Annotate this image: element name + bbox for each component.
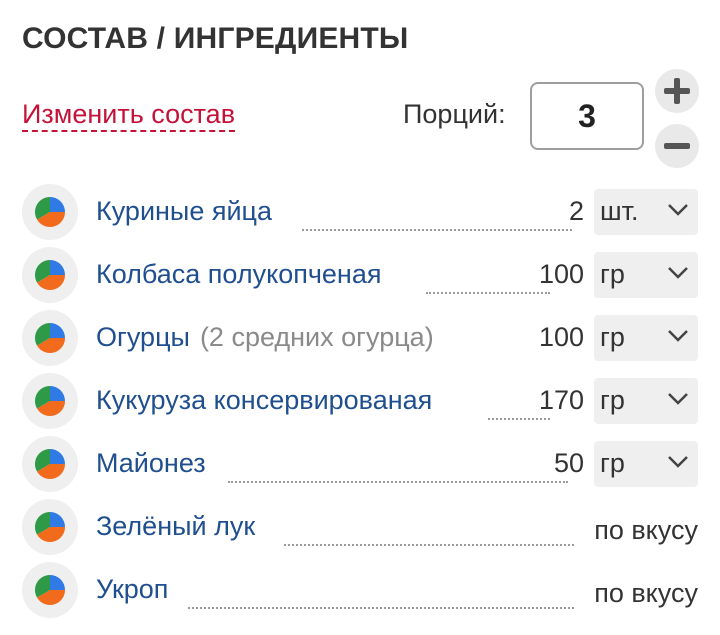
ingredient-row[interactable]: Кукуруза консервированая 170 гр	[22, 373, 698, 429]
servings-label: Порций:	[403, 99, 506, 129]
servings-decrease-button[interactable]	[655, 124, 699, 168]
chevron-down-icon	[668, 267, 688, 279]
unit-select[interactable]: гр	[594, 315, 698, 361]
unit-value: гр	[600, 322, 625, 352]
ingredient-name[interactable]: Укроп	[96, 572, 168, 606]
ingredient-amount: 170	[538, 385, 584, 415]
unit-select[interactable]: гр	[594, 252, 698, 298]
ingredient-row[interactable]: Укроп по вкусу	[22, 562, 698, 618]
nutrition-pie-icon[interactable]	[22, 310, 78, 366]
unit-value: шт.	[600, 196, 639, 226]
ingredient-row[interactable]: Огурцы (2 средних огурца) 100 гр	[22, 310, 698, 366]
plus-icon	[664, 78, 690, 104]
ingredient-name[interactable]: Колбаса полукопченая	[96, 257, 381, 291]
unit-value: гр	[600, 448, 625, 478]
ingredient-row[interactable]: Зелёный лук по вкусу	[22, 499, 698, 555]
dotted-leader	[284, 544, 574, 546]
unit-select[interactable]: шт.	[594, 189, 698, 235]
chevron-down-icon	[668, 393, 688, 405]
chevron-down-icon	[668, 204, 688, 216]
dotted-leader	[426, 292, 550, 294]
ingredient-name[interactable]: Кукуруза консервированая	[96, 383, 432, 417]
ingredient-amount: 50	[553, 448, 584, 478]
dotted-leader	[302, 229, 572, 231]
to-taste-label: по вкусу	[594, 578, 698, 608]
ingredient-name[interactable]: Огурцы (2 средних огурца)	[96, 320, 434, 354]
ingredient-row[interactable]: Майонез 50 гр	[22, 436, 698, 492]
nutrition-pie-icon[interactable]	[22, 247, 78, 303]
chevron-down-icon	[668, 456, 688, 468]
servings-input[interactable]	[530, 82, 644, 150]
ingredient-name[interactable]: Куриные яйца	[96, 194, 272, 228]
ingredient-amount: 100	[538, 259, 584, 289]
dotted-leader	[488, 418, 550, 420]
unit-select[interactable]: гр	[594, 441, 698, 487]
nutrition-pie-icon[interactable]	[22, 499, 78, 555]
nutrition-pie-icon[interactable]	[22, 562, 78, 618]
dotted-leader	[188, 607, 574, 609]
minus-icon	[664, 143, 690, 149]
edit-ingredients-link[interactable]: Изменить состав	[22, 98, 236, 132]
ingredient-name[interactable]: Майонез	[96, 446, 206, 480]
ingredient-note: (2 средних огурца)	[199, 322, 434, 352]
ingredient-amount: 100	[538, 322, 584, 352]
dotted-leader	[228, 481, 568, 483]
nutrition-pie-icon[interactable]	[22, 436, 78, 492]
ingredient-row[interactable]: Куриные яйца 2 шт.	[22, 184, 698, 240]
section-title: СОСТАВ / ИНГРЕДИЕНТЫ	[22, 22, 409, 55]
nutrition-pie-icon[interactable]	[22, 184, 78, 240]
servings-increase-button[interactable]	[655, 69, 699, 113]
ingredient-row[interactable]: Колбаса полукопченая 100 гр	[22, 247, 698, 303]
chevron-down-icon	[668, 330, 688, 342]
nutrition-pie-icon[interactable]	[22, 373, 78, 429]
to-taste-label: по вкусу	[594, 515, 698, 545]
ingredient-amount: 2	[568, 196, 584, 226]
unit-select[interactable]: гр	[594, 378, 698, 424]
unit-value: гр	[600, 385, 625, 415]
ingredient-name[interactable]: Зелёный лук	[96, 509, 255, 543]
unit-value: гр	[600, 259, 625, 289]
